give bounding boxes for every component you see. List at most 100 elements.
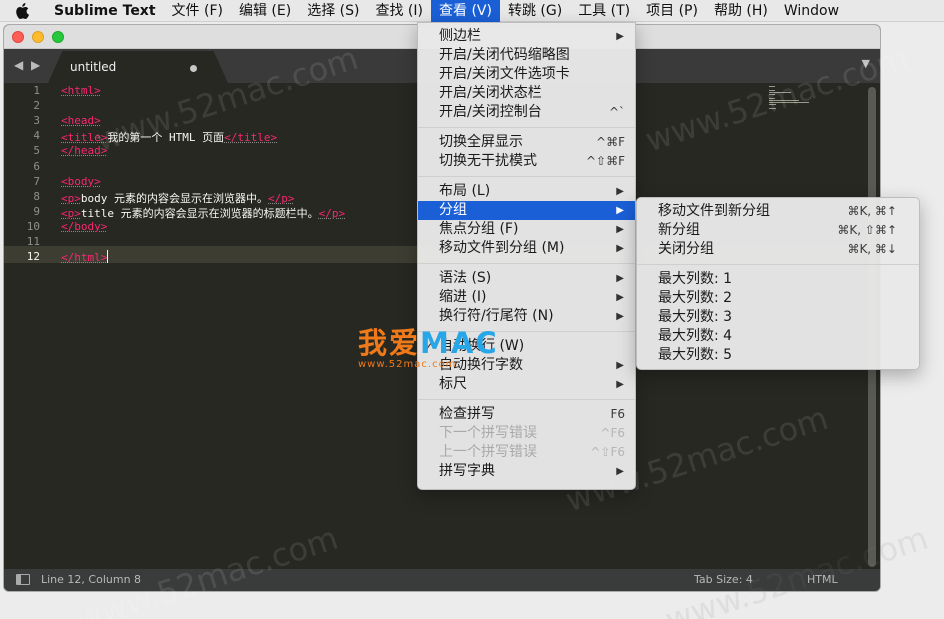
site-logo: 我爱MAC www.52mac.com xyxy=(358,320,499,370)
menu-item[interactable]: 关闭分组 ⌘K, ⌘↓ xyxy=(637,240,919,259)
submenu-arrow-icon: ▶ xyxy=(616,292,624,303)
menu-item[interactable]: 切换无干扰模式 ^⇧⌘F xyxy=(418,152,635,171)
menu-item[interactable]: 上一个拼写错误 ^⇧F6 xyxy=(418,443,635,462)
menu-item[interactable]: 检查拼写 F6 xyxy=(418,405,635,424)
menu-separator xyxy=(418,127,635,128)
menu-item[interactable]: 最大列数: 4 xyxy=(637,327,919,346)
menu-item-label: 语法 (S) xyxy=(439,270,492,286)
menu-project[interactable]: 项目 (P) xyxy=(638,0,706,22)
menu-shortcut: ⌘K, ⇧⌘↑ xyxy=(837,223,897,237)
logo-text: 我爱 xyxy=(358,326,421,360)
menu-separator xyxy=(418,176,635,177)
text-cursor xyxy=(107,250,109,264)
submenu-arrow-icon: ▶ xyxy=(616,205,624,216)
menu-item-label: 关闭分组 xyxy=(658,241,714,257)
menu-item-label: 开启/关闭代码缩略图 xyxy=(439,47,570,63)
menu-item-label: 下一个拼写错误 xyxy=(439,425,537,441)
menu-item-label: 侧边栏 xyxy=(439,28,481,44)
app-menu[interactable]: Sublime Text xyxy=(44,0,164,22)
menu-item[interactable]: 下一个拼写错误 ^F6 xyxy=(418,424,635,443)
menu-item-label: 标尺 xyxy=(439,376,467,392)
menu-help[interactable]: 帮助 (H) xyxy=(706,0,776,22)
html-tag: <p> xyxy=(61,206,81,220)
menu-item[interactable]: 布局 (L) ▶ xyxy=(418,182,635,201)
menu-item[interactable]: 标尺 ▶ xyxy=(418,375,635,394)
html-tag: </title> xyxy=(224,131,278,145)
menu-item[interactable]: 新分组 ⌘K, ⇧⌘↑ xyxy=(637,221,919,240)
menu-edit[interactable]: 编辑 (E) xyxy=(231,0,299,22)
menu-item-label: 最大列数: 1 xyxy=(658,271,733,287)
menu-bar: Sublime Text 文件 (F) 编辑 (E) 选择 (S) 查找 (I)… xyxy=(0,0,944,22)
menu-item[interactable]: 最大列数: 5 xyxy=(637,346,919,365)
menu-item-label: 最大列数: 5 xyxy=(658,347,733,363)
line-number: 6 xyxy=(33,159,40,173)
menu-view[interactable]: 查看 (V) xyxy=(431,0,500,22)
menu-file[interactable]: 文件 (F) xyxy=(164,0,231,22)
line-number: 2 xyxy=(33,99,40,113)
menu-shortcut: ⌘K, ⌘↓ xyxy=(847,242,897,256)
menu-goto[interactable]: 转跳 (G) xyxy=(500,0,570,22)
menu-item-label: 移动文件到新分组 xyxy=(658,203,770,219)
menu-item[interactable]: 开启/关闭代码缩略图 xyxy=(418,46,635,65)
html-tag: </html> xyxy=(61,251,108,265)
menu-item-label: 缩进 (I) xyxy=(439,289,487,305)
close-window-button[interactable] xyxy=(12,31,24,43)
apple-icon[interactable] xyxy=(0,0,44,22)
menu-item-label: 开启/关闭控制台 xyxy=(439,104,542,120)
menu-item[interactable]: 移动文件到新分组 ⌘K, ⌘↑ xyxy=(637,202,919,221)
html-tag: </p> xyxy=(268,191,295,205)
line-number: 4 xyxy=(33,129,40,143)
menu-item[interactable]: 焦点分组 (F) ▶ xyxy=(418,220,635,239)
line-number: 11 xyxy=(26,235,40,248)
menu-separator xyxy=(637,264,919,265)
text-content: body 元素的内容会显示在浏览器中。 xyxy=(80,191,268,205)
menu-item[interactable]: 分组 ▶ xyxy=(418,201,635,220)
minimize-window-button[interactable] xyxy=(32,31,44,43)
menu-tools[interactable]: 工具 (T) xyxy=(570,0,638,22)
submenu-arrow-icon: ▶ xyxy=(616,31,624,42)
menu-item[interactable]: 开启/关闭控制台 ^` xyxy=(418,103,635,122)
tab-nav-arrows-icon[interactable]: ◀ ▶ xyxy=(14,58,42,72)
code-line[interactable]: <p>body 元素的内容会显示在浏览器中。</p> xyxy=(61,190,295,206)
code-line[interactable]: </body> xyxy=(61,220,107,233)
menu-item-label: 检查拼写 xyxy=(439,406,495,422)
menu-item[interactable]: 开启/关闭状态栏 xyxy=(418,84,635,103)
line-number: 8 xyxy=(33,189,40,203)
html-tag: <p> xyxy=(61,191,81,205)
submenu-arrow-icon: ▶ xyxy=(616,466,624,477)
menu-item[interactable]: 语法 (S) ▶ xyxy=(418,269,635,288)
menu-selection[interactable]: 选择 (S) xyxy=(299,0,367,22)
unsaved-dot-icon[interactable] xyxy=(190,65,197,72)
menu-item-label: 拼写字典 xyxy=(439,463,495,479)
menu-shortcut: ^⌘F xyxy=(596,135,625,149)
menu-item[interactable]: 移动文件到分组 (M) ▶ xyxy=(418,239,635,258)
code-line[interactable]: <body> xyxy=(61,175,101,188)
menu-item[interactable]: 缩进 (I) ▶ xyxy=(418,288,635,307)
line-number: 12 xyxy=(26,250,40,264)
submenu-arrow-icon: ▶ xyxy=(616,273,624,284)
view-menu-dropdown: 侧边栏 ▶ 开启/关闭代码缩略图开启/关闭文件选项卡 开启/关闭状态栏 开启/关闭控制台… xyxy=(417,22,636,490)
menu-separator xyxy=(418,263,635,264)
line-number: 9 xyxy=(33,204,40,218)
menu-item[interactable]: 最大列数: 2 xyxy=(637,289,919,308)
code-line[interactable]: <html> xyxy=(61,84,101,97)
menu-shortcut: ^⇧⌘F xyxy=(585,154,625,168)
menu-item[interactable]: 最大列数: 3 xyxy=(637,308,919,327)
logo-mac-text: MAC xyxy=(420,326,499,360)
code-line[interactable]: </html> xyxy=(61,250,109,265)
zoom-window-button[interactable] xyxy=(52,31,64,43)
tab-label: untitled xyxy=(70,60,117,74)
sidebar-toggle-icon[interactable] xyxy=(16,574,30,585)
menu-item-label: 新分组 xyxy=(658,222,700,238)
menu-item[interactable]: 最大列数: 1 xyxy=(637,270,919,289)
menu-item[interactable]: 切换全屏显示 ^⌘F xyxy=(418,133,635,152)
line-number: 3 xyxy=(33,114,40,128)
code-line[interactable]: <p>title 元素的内容会显示在浏览器的标题栏中。</p> xyxy=(61,205,345,221)
menu-find[interactable]: 查找 (I) xyxy=(367,0,431,22)
menu-item[interactable]: 拼写字典 ▶ xyxy=(418,462,635,481)
line-number: 1 xyxy=(33,84,40,97)
menu-item[interactable]: 侧边栏 ▶ xyxy=(418,27,635,46)
menu-item[interactable]: 开启/关闭文件选项卡 xyxy=(418,65,635,84)
html-tag: </body> xyxy=(61,219,108,233)
menu-window[interactable]: Window xyxy=(776,0,847,22)
